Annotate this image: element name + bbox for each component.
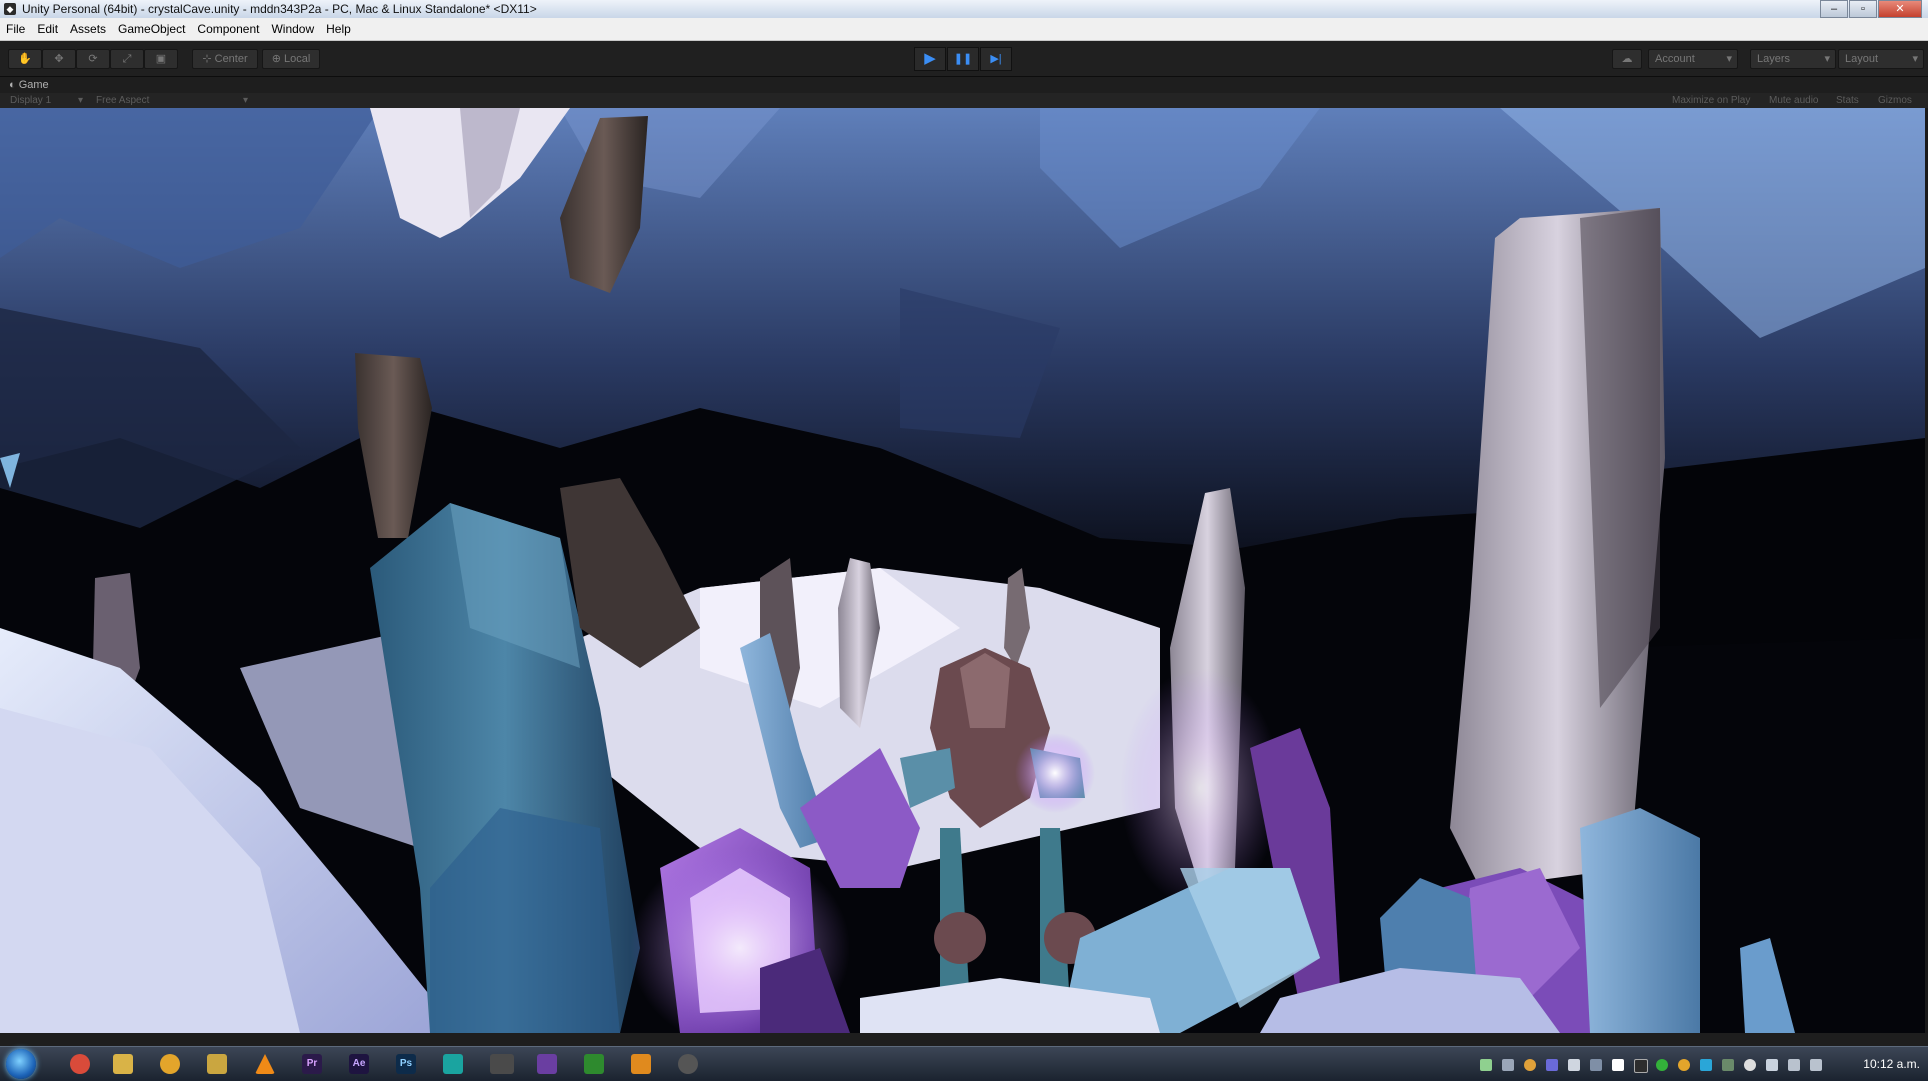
- unity-icon[interactable]: [490, 1054, 514, 1074]
- window-controls: – ▫ ✕: [1819, 0, 1922, 18]
- visual-studio-icon[interactable]: [537, 1054, 557, 1074]
- window-title: Unity Personal (64bit) - crystalCave.uni…: [22, 2, 537, 16]
- pause-button[interactable]: ❚❚: [947, 47, 979, 71]
- chevron-down-icon: ▾: [1824, 53, 1830, 65]
- tray-icon[interactable]: [1524, 1059, 1536, 1071]
- scale-icon: ⤢: [122, 53, 132, 65]
- toolbar: ✋ ✥ ⟳ ⤢ ▣ ⊹ Center ⊕ Local ▶ ❚❚ ▶| ☁ Acc…: [0, 41, 1928, 77]
- account-label: Account: [1655, 53, 1695, 65]
- rotate-tool-button[interactable]: ⟳: [76, 49, 110, 69]
- step-button[interactable]: ▶|: [980, 47, 1012, 71]
- app-icon[interactable]: [631, 1054, 651, 1074]
- game-tab[interactable]: ◐ Game: [9, 77, 49, 93]
- display-chevron-icon: ▾: [78, 95, 84, 106]
- unity-logo-icon: ◆: [4, 3, 16, 15]
- menu-assets[interactable]: Assets: [64, 18, 112, 40]
- tray-icon[interactable]: [1766, 1059, 1778, 1071]
- maximize-on-play-toggle[interactable]: Maximize on Play: [1672, 93, 1750, 108]
- mute-audio-toggle[interactable]: Mute audio: [1769, 93, 1818, 108]
- network-icon[interactable]: [1788, 1059, 1800, 1071]
- app-icon[interactable]: [584, 1054, 604, 1074]
- hand-icon: ✋: [18, 53, 32, 65]
- game-icon: ◐: [9, 79, 19, 91]
- layers-dropdown[interactable]: Layers ▾: [1750, 49, 1836, 69]
- tray-icon[interactable]: [1590, 1059, 1602, 1071]
- game-tab-label: Game: [18, 79, 49, 91]
- windows-taskbar: Pr Ae Ps 10:12 a.m.: [0, 1046, 1928, 1081]
- clock[interactable]: 10:12 a.m.: [1863, 1047, 1920, 1081]
- pivot-label: Center: [214, 53, 248, 65]
- chevron-down-icon: ▾: [1912, 53, 1918, 65]
- close-button[interactable]: ✕: [1878, 0, 1922, 18]
- tray-icon[interactable]: [1744, 1059, 1756, 1071]
- pivot-icon: ⊹: [202, 53, 215, 65]
- menu-edit[interactable]: Edit: [31, 18, 64, 40]
- game-view-toolbar: Display 1 ▾ Free Aspect ▾ Maximize on Pl…: [0, 93, 1928, 108]
- pivot-center-toggle[interactable]: ⊹ Center: [192, 49, 258, 69]
- tray-icon[interactable]: [1612, 1059, 1624, 1071]
- menu-bar: File Edit Assets GameObject Component Wi…: [0, 18, 1928, 41]
- rotate-icon: ⟳: [88, 53, 98, 65]
- aspect-chevron-icon: ▾: [243, 95, 249, 106]
- app-icon[interactable]: [207, 1054, 227, 1074]
- play-button[interactable]: ▶: [914, 47, 946, 71]
- hand-tool-button[interactable]: ✋: [8, 49, 42, 69]
- stats-toggle[interactable]: Stats: [1836, 93, 1859, 108]
- status-bar: [0, 1033, 1928, 1046]
- tray-icon[interactable]: [1502, 1059, 1514, 1071]
- tray-icon[interactable]: [1722, 1059, 1734, 1071]
- rect-icon: ▣: [155, 53, 167, 65]
- globe-icon: ⊕: [271, 53, 284, 65]
- maximize-button[interactable]: ▫: [1849, 0, 1877, 18]
- layers-label: Layers: [1757, 53, 1791, 65]
- minimize-button[interactable]: –: [1820, 0, 1848, 18]
- premiere-icon[interactable]: Pr: [302, 1054, 322, 1074]
- tray-icon[interactable]: [1546, 1059, 1558, 1071]
- cloud-icon: ☁: [1621, 53, 1633, 65]
- tray-icon[interactable]: [1480, 1059, 1492, 1071]
- menu-file[interactable]: File: [0, 18, 31, 40]
- photoshop-icon[interactable]: Ps: [396, 1054, 416, 1074]
- unity-editor-icon[interactable]: [678, 1054, 698, 1074]
- move-icon: ✥: [54, 53, 64, 65]
- tray-icon[interactable]: [1656, 1059, 1668, 1071]
- start-button[interactable]: [6, 1049, 36, 1079]
- game-view[interactable]: [0, 108, 1925, 1033]
- scale-tool-button[interactable]: ⤢: [110, 49, 144, 69]
- tray-icon[interactable]: [1678, 1059, 1690, 1071]
- display-dropdown[interactable]: Display 1: [10, 93, 51, 108]
- tray-icon[interactable]: [1568, 1059, 1580, 1071]
- tray-icon[interactable]: [1700, 1059, 1712, 1071]
- app-icon[interactable]: [443, 1054, 463, 1074]
- vlc-icon[interactable]: [255, 1054, 275, 1074]
- game-tab-strip: ◐ Game: [0, 77, 1928, 93]
- after-effects-icon[interactable]: Ae: [349, 1054, 369, 1074]
- account-dropdown[interactable]: Account ▾: [1648, 49, 1738, 69]
- layout-dropdown[interactable]: Layout ▾: [1838, 49, 1924, 69]
- menu-help[interactable]: Help: [320, 18, 357, 40]
- volume-icon[interactable]: [1810, 1059, 1822, 1071]
- messenger-icon[interactable]: [160, 1054, 180, 1074]
- menu-window[interactable]: Window: [265, 18, 320, 40]
- tray-icon[interactable]: [1634, 1059, 1648, 1073]
- gizmos-toggle[interactable]: Gizmos: [1878, 93, 1912, 108]
- aspect-dropdown[interactable]: Free Aspect: [96, 93, 149, 108]
- handle-label: Local: [283, 53, 311, 65]
- layout-label: Layout: [1845, 53, 1879, 65]
- menu-gameobject[interactable]: GameObject: [112, 18, 191, 40]
- pivot-local-toggle[interactable]: ⊕ Local: [262, 49, 320, 69]
- explorer-icon[interactable]: [113, 1054, 133, 1074]
- menu-component[interactable]: Component: [191, 18, 265, 40]
- move-tool-button[interactable]: ✥: [42, 49, 76, 69]
- rect-tool-button[interactable]: ▣: [144, 49, 178, 69]
- cloud-button[interactable]: ☁: [1612, 49, 1642, 69]
- chevron-down-icon: ▾: [1726, 53, 1732, 65]
- title-bar: ◆ Unity Personal (64bit) - crystalCave.u…: [0, 0, 1928, 18]
- chrome-icon[interactable]: [70, 1054, 90, 1074]
- crystal-cave-render: [0, 108, 1925, 1033]
